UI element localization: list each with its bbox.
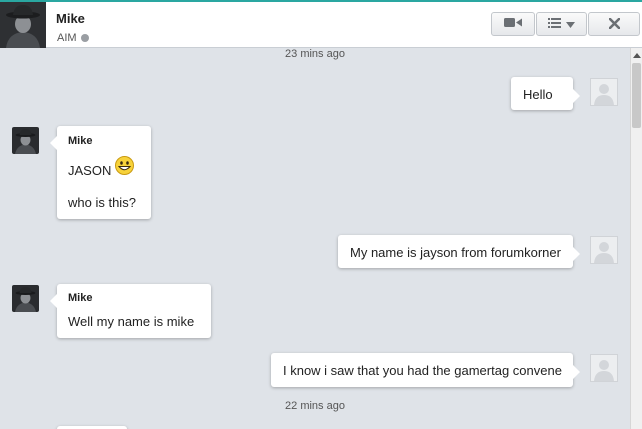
contact-service-label: AIM [57,32,77,44]
contact-avatar[interactable] [0,2,46,48]
options-menu-button[interactable] [536,12,587,36]
list-icon [548,15,561,33]
timestamp: 22 mins ago [285,400,345,412]
contact-avatar-small[interactable] [12,285,39,312]
message-text: who is this? [68,195,136,210]
sender-name: Mike [68,292,93,304]
contact-avatar-small[interactable] [12,127,39,154]
chat-scrollbar[interactable] [630,48,642,429]
my-avatar [590,354,618,382]
outgoing-message-bubble: Hello [511,77,580,110]
chevron-down-icon [566,15,575,33]
video-camera-icon [504,15,522,33]
incoming-message-bubble: Mike JASON who is this? [50,126,151,219]
sender-name: Mike [68,135,93,147]
grinning-face-icon [115,156,134,178]
message-thread[interactable]: 23 mins ago Hello Mike JASON who is this… [0,48,630,429]
message-text: JASON [68,163,112,178]
chat-header: Mike AIM [0,2,642,48]
my-avatar [590,78,618,106]
my-avatar [590,236,618,264]
outgoing-message-bubble: I know i saw that you had the gamertag c… [271,353,580,387]
incoming-message-bubble: Mike Well my name is mike [50,284,211,338]
presence-status-dot [81,34,89,42]
contact-name: Mike [56,11,85,26]
outgoing-message-bubble: My name is jayson from forumkorner [338,235,580,268]
video-call-button[interactable] [491,12,535,36]
scroll-up-arrow-icon[interactable] [633,53,641,58]
message-text: Hello [523,87,553,102]
timestamp: 23 mins ago [285,48,345,60]
message-text: My name is jayson from forumkorner [350,245,561,260]
scrollbar-thumb[interactable] [632,63,641,128]
message-text: Well my name is mike [68,314,195,329]
close-button[interactable] [588,12,640,36]
message-text: I know i saw that you had the gamertag c… [283,363,562,378]
close-icon [608,16,620,33]
